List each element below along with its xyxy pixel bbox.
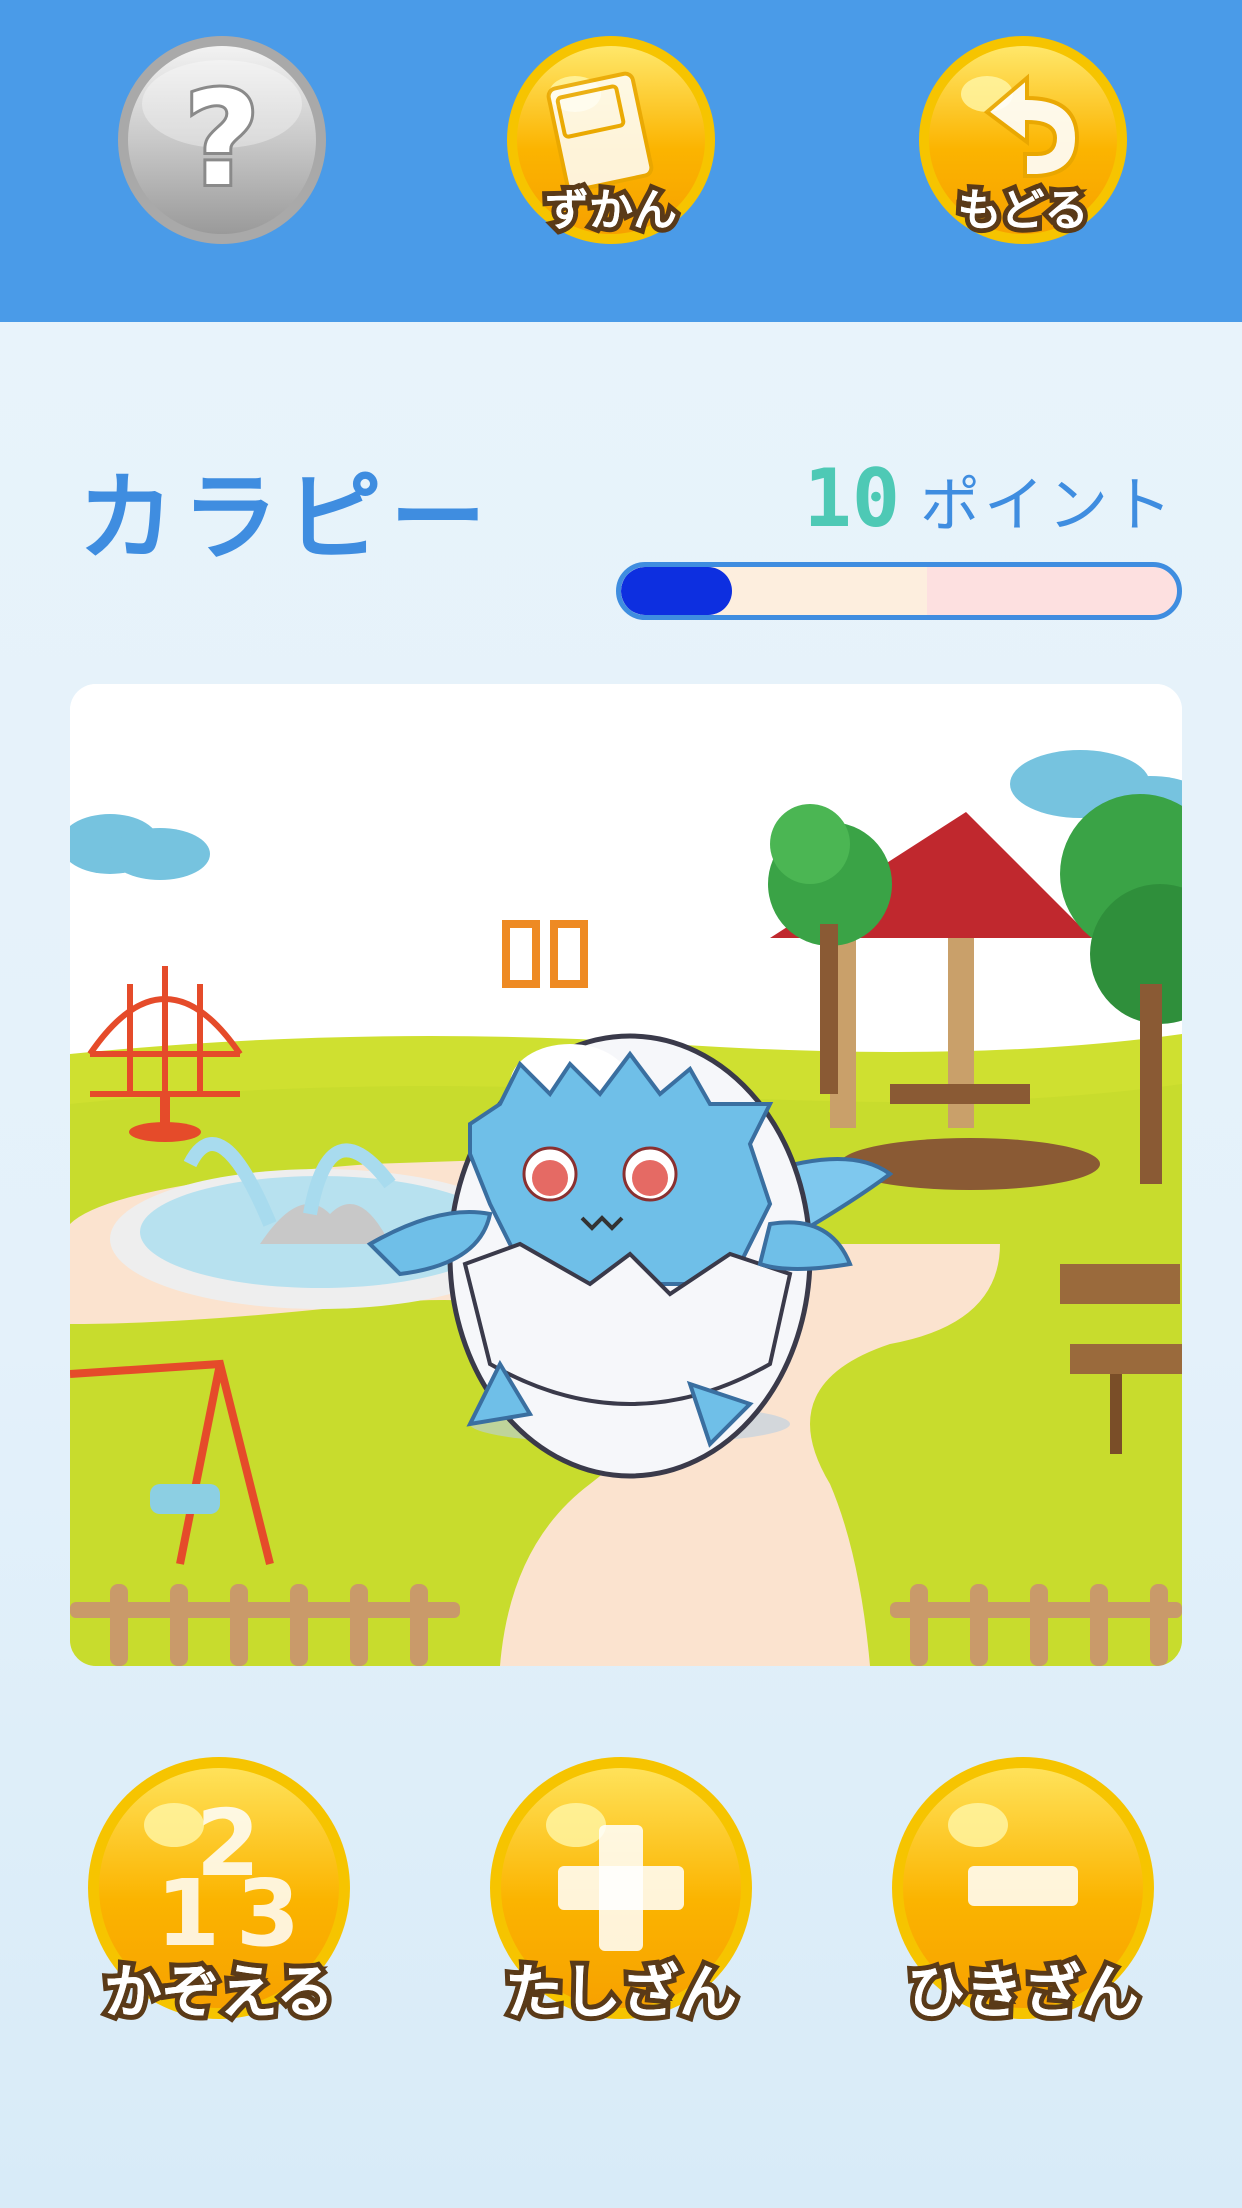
points-display: 10 ポイント	[804, 452, 1176, 545]
add-button[interactable]: たしざん たしざん	[488, 1755, 754, 2031]
svg-text:?: ?	[184, 63, 259, 215]
top-toolbar: ? ずかん ずかん もどる もどる	[0, 0, 1242, 322]
add-label: たしざん	[504, 1958, 737, 2026]
back-button[interactable]: もどる もどる	[917, 34, 1129, 246]
question-mark-icon: ?	[118, 36, 326, 244]
subtract-button[interactable]: ひきざん ひきざん	[890, 1755, 1156, 2031]
park-illustration	[70, 684, 1182, 1666]
character-name: カラピー	[78, 462, 494, 574]
points-value: 10	[803, 452, 900, 545]
subtract-label: ひきざん	[906, 1958, 1139, 2026]
count-label: かぞえる	[103, 1958, 335, 2026]
count-button[interactable]: 1 2 3 かぞえる かぞえる	[86, 1755, 352, 2031]
back-label: もどる	[957, 185, 1089, 236]
growth-progress-bar	[616, 562, 1182, 620]
zukan-label: ずかん	[545, 185, 677, 236]
zukan-button[interactable]: ずかん ずかん	[505, 34, 717, 246]
help-button[interactable]: ?	[116, 34, 328, 246]
growth-progress-fill	[621, 567, 733, 615]
points-unit: ポイント	[920, 471, 1176, 541]
park-scene	[70, 684, 1182, 1666]
